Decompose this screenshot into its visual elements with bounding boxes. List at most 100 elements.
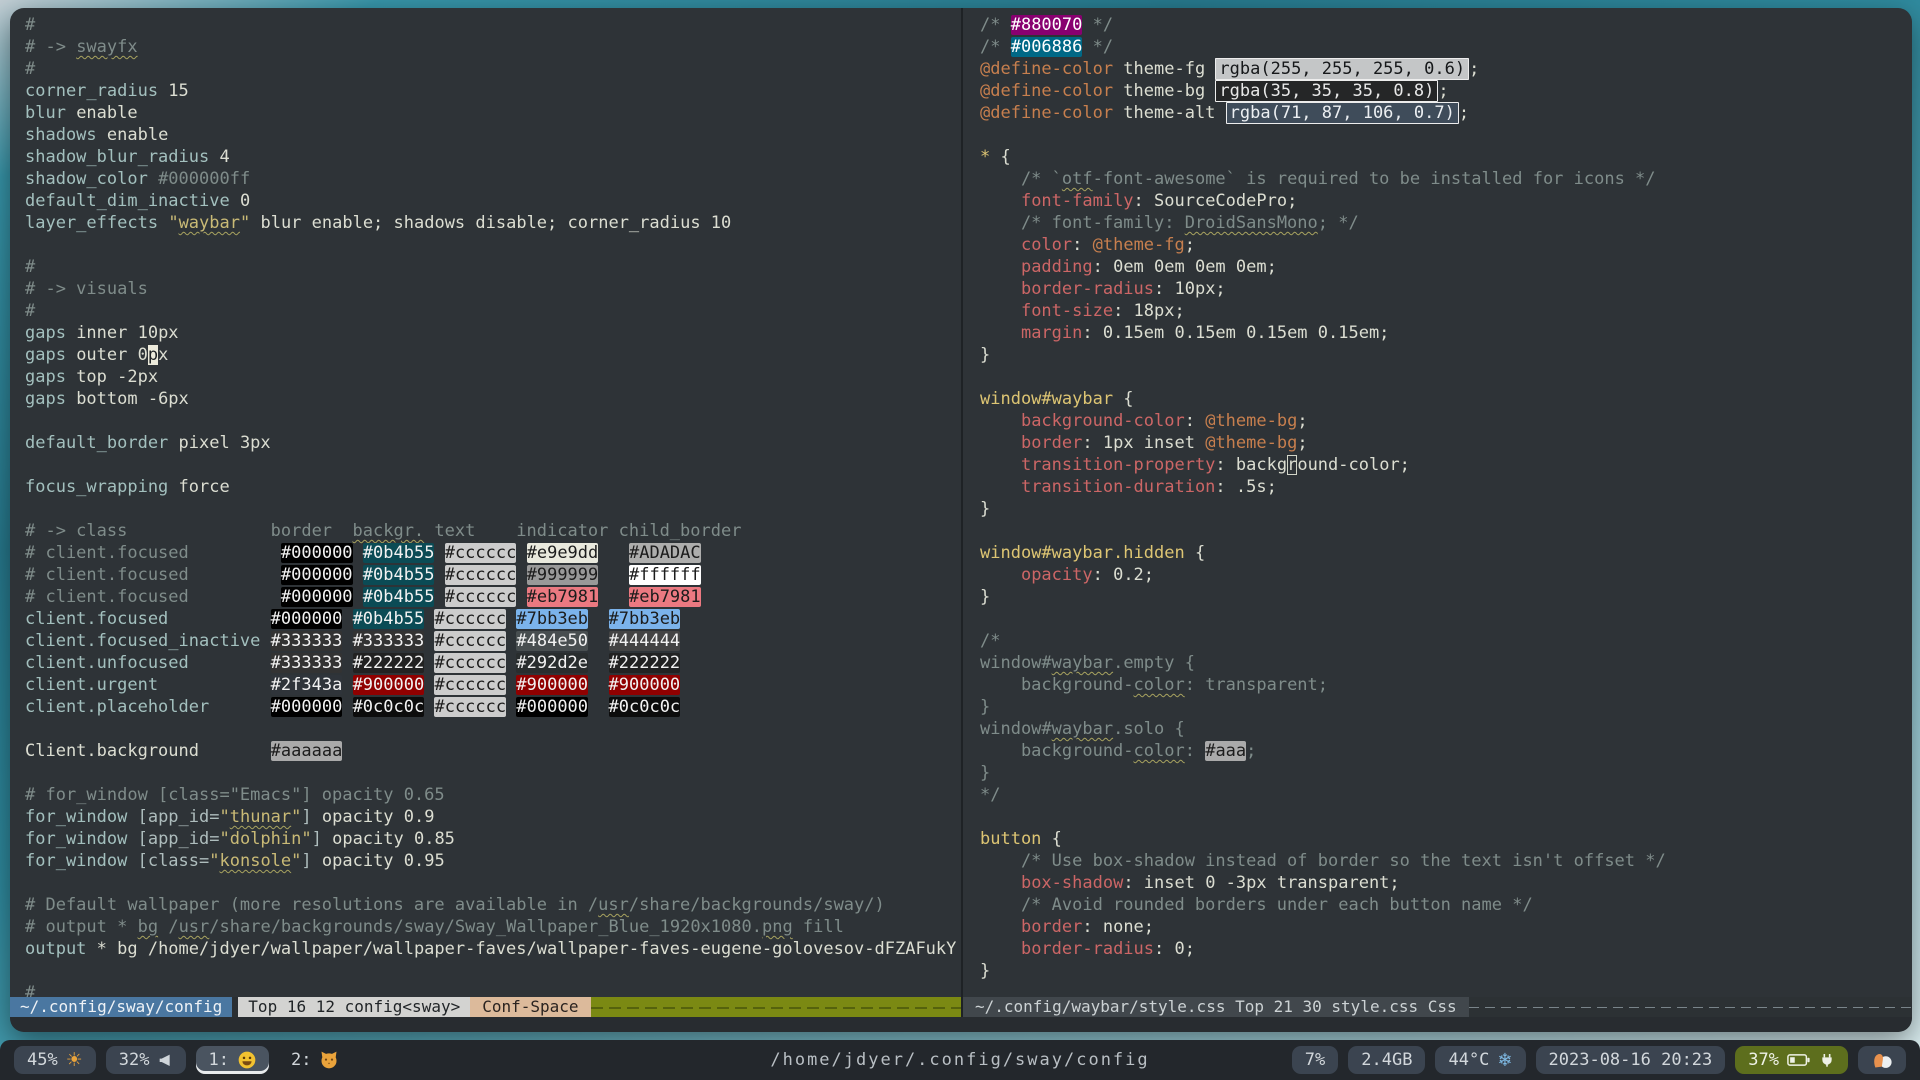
code-line: /* #880070 */ [980, 14, 1912, 36]
code-text: /* ` [980, 169, 1062, 189]
color-swatch: #0c0c0c [609, 697, 681, 717]
code-line: transition-duration: .5s; [980, 476, 1912, 498]
code-text: # [25, 301, 35, 321]
color-swatch: #7bb3eb [516, 609, 588, 629]
code-line: # [25, 256, 961, 278]
code-text: for_window [25, 807, 127, 827]
code-text: /* Use box-shadow instead of border so t… [980, 851, 1666, 871]
code-line: # client.focused #000000 #0b4b55 #cccccc… [25, 586, 961, 608]
code-text [158, 213, 168, 233]
code-text: [class= [127, 851, 209, 871]
code-text [189, 653, 271, 673]
code-text: @define-color [980, 59, 1113, 79]
code-text: @define-color [980, 103, 1113, 123]
code-text: " [168, 213, 178, 233]
code-text: usr [179, 917, 210, 937]
modeline-fill [1469, 997, 1912, 1017]
volume-module[interactable]: 32% [106, 1046, 187, 1074]
color-swatch: #000000 [281, 543, 353, 563]
code-line [25, 234, 961, 256]
color-swatch: #880070 [1011, 15, 1083, 35]
code-text [980, 257, 1021, 277]
code-text: # [25, 983, 35, 997]
memory-module: 2.4GB [1348, 1046, 1425, 1074]
color-swatch: #900000 [609, 675, 681, 695]
waybar-style-editor-pane: /* #880070 *//* #006886 */@define-color … [963, 8, 1912, 1017]
code-text [506, 653, 516, 673]
code-text: gaps [25, 389, 66, 409]
color-swatch: #222222 [609, 653, 681, 673]
code-text: opacity 0.95 [322, 851, 445, 871]
code-text: # -> visuals [25, 279, 148, 299]
code-line: /* Use box-shadow instead of border so t… [980, 850, 1912, 872]
color-swatch: rgba(255, 255, 255, 0.6) [1215, 58, 1469, 80]
code-text: " [209, 851, 219, 871]
code-text: : inset 0 -3px transparent; [1123, 873, 1399, 893]
code-text: @theme-fg [1093, 235, 1185, 255]
code-text: " [219, 807, 229, 827]
sway-config-buffer[interactable]: ## -> swayfx#corner_radius 15blur enable… [10, 8, 961, 997]
code-text [342, 653, 352, 673]
code-line: @define-color theme-bg rgba(35, 35, 35, … [980, 80, 1912, 102]
code-line: shadows enable [25, 124, 961, 146]
color-swatch: #292d2e [516, 653, 588, 673]
code-line: for_window [class="konsole"] opacity 0.9… [25, 850, 961, 872]
code-text [980, 565, 1021, 585]
code-text: # client.focused [25, 587, 189, 607]
smiley-face-icon [237, 1050, 257, 1070]
code-line: * { [980, 146, 1912, 168]
memory-value: 2.4GB [1361, 1050, 1412, 1070]
workspace-button-1[interactable]: 1: [196, 1046, 268, 1074]
code-text: : [1185, 741, 1205, 761]
idle-inhibitor-module[interactable] [1858, 1046, 1906, 1074]
code-line: } [980, 696, 1912, 718]
code-text: window# [980, 719, 1052, 739]
battery-value: 37% [1748, 1050, 1779, 1070]
color-swatch: #0b4b55 [363, 543, 435, 563]
code-line: window#waybar { [980, 388, 1912, 410]
brightness-module[interactable]: 45% ☀ [14, 1046, 96, 1074]
code-line: background-color: transparent; [980, 674, 1912, 696]
workspace-button-2[interactable]: 2: [279, 1046, 351, 1074]
code-text: client.placeholder [25, 697, 209, 717]
code-text [168, 609, 270, 629]
code-line: client.focused_inactive #333333 #333333 … [25, 630, 961, 652]
code-text: window#waybar.hidden [980, 543, 1185, 563]
code-text [434, 543, 444, 563]
code-text: # [25, 15, 35, 35]
code-text [598, 543, 629, 563]
code-text: * bg /home/jdyer/wallpaper/wallpaper-fav… [86, 939, 956, 959]
code-line: # -> class border backgr. text indicator… [25, 520, 961, 542]
code-text: box-shadow [1021, 873, 1123, 893]
code-text: backgr. [353, 521, 425, 541]
color-swatch: #ffffff [629, 565, 701, 585]
code-line: layer_effects "waybar" blur enable; shad… [25, 212, 961, 234]
code-text [424, 697, 434, 717]
color-swatch: #333333 [271, 631, 343, 651]
code-line: window#waybar.hidden { [980, 542, 1912, 564]
code-text: transition-duration [1021, 477, 1215, 497]
code-text: /* Avoid rounded borders under each butt… [980, 895, 1533, 915]
code-text: fill [793, 917, 844, 937]
color-swatch: #0b4b55 [353, 609, 425, 629]
waybar: 45% ☀ 32% 1: 2: [0, 1040, 1920, 1080]
code-line: # -> swayfx [25, 36, 961, 58]
code-text [980, 301, 1021, 321]
waybar-style-buffer[interactable]: /* #880070 *//* #006886 */@define-color … [963, 8, 1912, 997]
code-line: } [980, 498, 1912, 520]
code-text: # -> [25, 37, 76, 57]
code-text: opacity 0.9 [322, 807, 435, 827]
code-text [980, 279, 1021, 299]
code-line: default_dim_inactive 0 [25, 190, 961, 212]
code-line: # [25, 14, 961, 36]
code-line: /* `otf-font-awesome` is required to be … [980, 168, 1912, 190]
code-text: } [980, 345, 990, 365]
code-text: # [25, 257, 35, 277]
code-text: client.urgent [25, 675, 158, 695]
code-line: margin: 0.15em 0.15em 0.15em 0.15em; [980, 322, 1912, 344]
code-text [434, 565, 444, 585]
code-line [980, 608, 1912, 630]
color-swatch: #cccccc [434, 675, 506, 695]
code-line: @define-color theme-fg rgba(255, 255, 25… [980, 58, 1912, 80]
code-text [424, 631, 434, 651]
